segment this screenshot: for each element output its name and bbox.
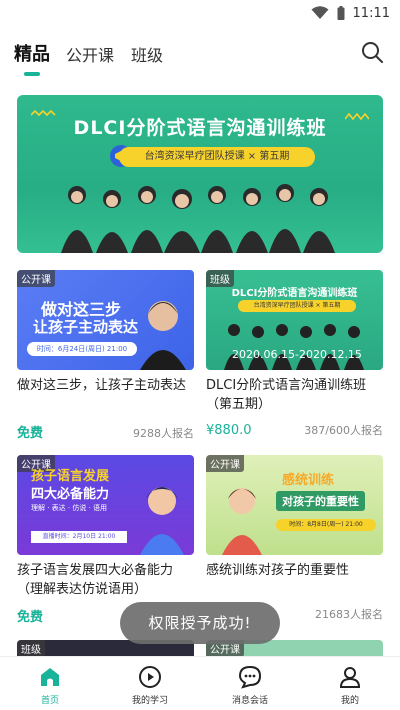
- enroll-count: 387/600人报名: [304, 424, 383, 437]
- course-meta: ¥880.0 387/600人报名: [206, 422, 383, 438]
- status-bar: 11:11: [0, 0, 400, 26]
- thumbnail-text: DLCI分阶式语言沟通训练班: [231, 288, 358, 299]
- thumbnail-time: 直播时间：2月10日 21:00: [31, 531, 127, 543]
- course-thumbnail: 公开课 做对这三步 让孩子主动表达 时间：6月24日(周日) 21:00: [17, 270, 194, 370]
- course-title: 做对这三步，让孩子主动表达: [17, 378, 187, 393]
- teachers-photo: [224, 324, 364, 370]
- thumbnail-date: 2020.06.15-2020.12.15: [232, 348, 362, 361]
- course-thumbnail: 班级 DLCI分阶式语言沟通训练班 台湾资深早疗团队授课 × 第五期 2020.…: [206, 270, 383, 370]
- nav-messages[interactable]: 消息会话: [200, 657, 300, 710]
- child-illustration: [222, 488, 262, 555]
- course-title: 孩子语言发展四大必备能力（理解表达仿说语用）: [17, 563, 174, 597]
- course-title: DLCI分阶式语言沟通训练班（第五期）: [206, 378, 367, 412]
- toast-message: 权限授予成功!: [120, 602, 280, 644]
- thumbnail-text: 感统训练: [282, 473, 335, 488]
- nav-label: 我的: [340, 696, 359, 706]
- play-icon: [139, 666, 161, 688]
- banner-subtitle-pill: 台湾资深早疗团队授课 × 第五期: [119, 147, 315, 167]
- course-card[interactable]: 公开课 孩子语言发展 四大必备能力 理解 · 表达 · 仿说 · 语用 直播时间…: [17, 455, 194, 599]
- nav-label: 消息会话: [231, 696, 268, 706]
- thumbnail-subtitle: 台湾资深早疗团队授课 × 第五期: [238, 300, 356, 312]
- thumbnail-text: 对孩子的重要性: [276, 491, 365, 511]
- battery-icon: [337, 6, 345, 20]
- speaker-photo: [140, 301, 186, 370]
- wifi-icon: [311, 6, 329, 19]
- course-card[interactable]: 班级 DLCI分阶式语言沟通训练班 台湾资深早疗团队授课 × 第五期 2020.…: [206, 270, 383, 414]
- user-icon: [339, 667, 361, 688]
- course-card[interactable]: 公开课 做对这三步 让孩子主动表达 时间：6月24日(周日) 21:00 做对这…: [17, 270, 194, 414]
- nav-label: 首页: [40, 696, 59, 706]
- course-price: 免费: [17, 426, 44, 441]
- nav-my-learning[interactable]: 我的学习: [100, 657, 200, 710]
- nav-profile[interactable]: 我的: [300, 657, 400, 710]
- thumbnail-time: 时间：8月8日(周一) 21:00: [276, 519, 376, 531]
- child-illustration: [140, 487, 184, 555]
- course-type-tag: 公开课: [17, 270, 55, 287]
- thumbnail-text: 孩子语言发展: [31, 469, 110, 484]
- nav-home[interactable]: 首页: [0, 657, 100, 710]
- active-tab-indicator: [24, 72, 40, 76]
- tab-featured[interactable]: 精品: [14, 40, 50, 66]
- course-thumbnail: 公开课 感统训练 对孩子的重要性 时间：8月8日(周一) 21:00: [206, 455, 383, 555]
- enroll-count: 21683人报名: [315, 608, 383, 621]
- course-price: ¥880.0: [206, 423, 252, 438]
- status-time: 11:11: [352, 5, 390, 21]
- nav-label: 我的学习: [131, 696, 168, 706]
- bottom-navigation: 首页 我的学习 消息会话 我的: [0, 656, 400, 710]
- tab-class[interactable]: 班级: [131, 42, 163, 66]
- course-type-tag: 班级: [17, 640, 45, 656]
- course-card[interactable]: 公开课 感统训练 对孩子的重要性 时间：8月8日(周一) 21:00 感统训练对…: [206, 455, 383, 599]
- course-price: 免费: [17, 610, 44, 625]
- thumbnail-time: 时间：6月24日(周日) 21:00: [27, 342, 137, 356]
- course-title: 感统训练对孩子的重要性: [206, 563, 350, 578]
- chat-icon: [238, 665, 262, 689]
- course-meta: 免费 9288人报名: [17, 422, 194, 441]
- enroll-count: 9288人报名: [133, 427, 194, 440]
- search-icon[interactable]: [360, 40, 384, 64]
- thumbnail-text: 让孩子主动表达: [33, 318, 139, 336]
- thumbnail-text: 四大必备能力: [31, 487, 110, 502]
- tab-open-class[interactable]: 公开课: [66, 42, 114, 66]
- course-thumbnail: 公开课 孩子语言发展 四大必备能力 理解 · 表达 · 仿说 · 语用 直播时间…: [17, 455, 194, 555]
- top-tab-bar: 精品 公开课 班级: [0, 30, 400, 76]
- thumbnail-subtitle: 理解 · 表达 · 仿说 · 语用: [31, 504, 108, 512]
- promo-banner[interactable]: DLCI分阶式语言沟通训练班 台湾资深早疗团队授课 × 第五期: [17, 95, 383, 253]
- banner-title: DLCI分阶式语言沟通训练班: [73, 117, 327, 139]
- teachers-photo: [61, 184, 335, 253]
- home-icon: [41, 668, 59, 686]
- course-type-tag: 公开课: [206, 455, 244, 472]
